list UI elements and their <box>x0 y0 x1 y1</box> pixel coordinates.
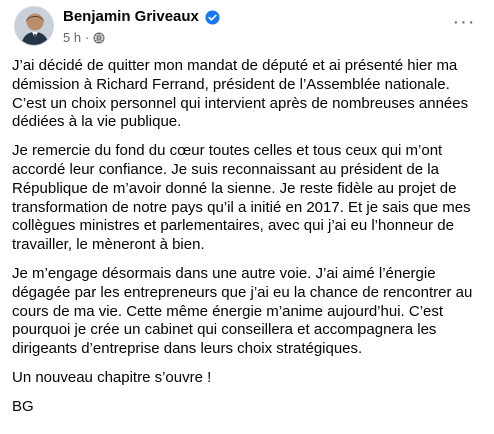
post-timestamp[interactable]: 5 h <box>63 30 81 46</box>
facebook-post: Benjamin Griveaux 5 h · ··· J’ai décidé … <box>0 0 494 434</box>
author-avatar[interactable] <box>14 6 54 46</box>
post-meta: 5 h · <box>63 30 105 46</box>
post-paragraph-3: Je m’engage désormais dans une autre voi… <box>12 264 473 358</box>
post-paragraph-2: Je remercie du fond du cœur toutes celle… <box>12 142 471 254</box>
verified-badge-icon <box>205 9 220 25</box>
author-name[interactable]: Benjamin Griveaux <box>63 8 199 26</box>
meta-separator: · <box>85 30 90 45</box>
more-options-icon[interactable]: ··· <box>446 8 482 36</box>
post-signature: BG <box>12 397 34 415</box>
post-paragraph-1: J’ai décidé de quitter mon mandat de dép… <box>12 57 469 131</box>
avatar-image <box>15 7 53 45</box>
post-content: J’ai décidé de quitter mon mandat de dép… <box>12 57 484 417</box>
globe-icon <box>93 32 105 44</box>
author-line: Benjamin Griveaux <box>63 8 220 26</box>
post-paragraph-4: Un nouveau chapitre s’ouvre ! <box>12 368 212 386</box>
post-header: Benjamin Griveaux 5 h · ··· <box>12 6 482 52</box>
